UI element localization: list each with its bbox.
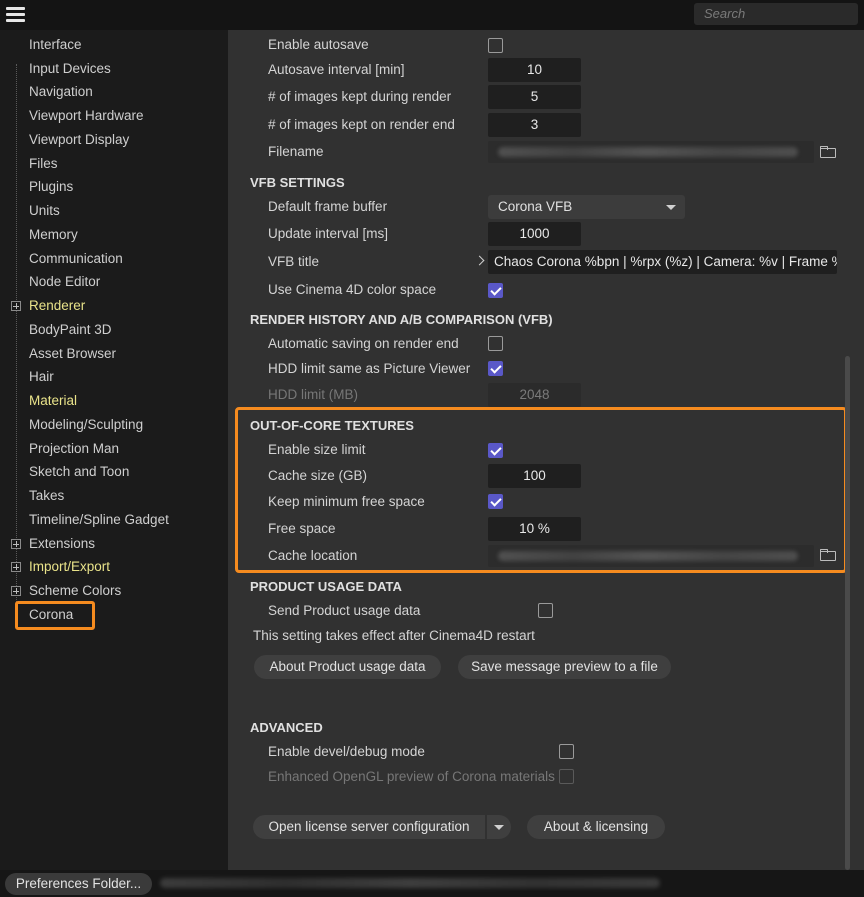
images-kept-during-input[interactable]: 5 [488, 85, 581, 109]
sidebar-item-viewport-hardware[interactable]: Viewport Hardware [29, 106, 144, 126]
sidebar-item-files[interactable]: Files [29, 154, 58, 174]
filename-field[interactable] [488, 141, 814, 163]
sidebar-item-plugins[interactable]: Plugins [29, 177, 73, 197]
free-space-input[interactable]: 10 % [488, 517, 581, 541]
debug-mode-checkbox[interactable] [559, 744, 574, 759]
sidebar-item-import-export[interactable]: Import/Export [29, 557, 110, 577]
vfb-title-input[interactable]: Chaos Corona %bpn | %rpx (%z) | Camera: … [488, 250, 837, 274]
default-frame-buffer-label: Default frame buffer [268, 199, 388, 214]
save-preview-button[interactable]: Save message preview to a file [458, 655, 671, 679]
bottom-bar: Preferences Folder... [0, 870, 864, 897]
enable-autosave-label: Enable autosave [268, 37, 369, 52]
expand-icon[interactable] [11, 539, 21, 549]
use-c4d-colorspace-checkbox[interactable] [488, 283, 503, 298]
frame-buffer-select[interactable]: Corona VFB [488, 195, 685, 219]
use-c4d-colorspace-label: Use Cinema 4D color space [268, 282, 437, 297]
enable-size-limit-checkbox[interactable] [488, 443, 503, 458]
advanced-heading: ADVANCED [250, 720, 323, 735]
opengl-preview-label: Enhanced OpenGL preview of Corona materi… [268, 769, 555, 784]
sidebar-item-takes[interactable]: Takes [29, 486, 64, 506]
sidebar-item-communication[interactable]: Communication [29, 249, 123, 269]
sidebar-item-viewport-display[interactable]: Viewport Display [29, 130, 129, 150]
debug-mode-label: Enable devel/debug mode [268, 744, 425, 759]
sidebar-item-extensions[interactable]: Extensions [29, 534, 95, 554]
sidebar-item-modeling-sculpting[interactable]: Modeling/Sculpting [29, 415, 143, 435]
sidebar-item-interface[interactable]: Interface [29, 35, 82, 55]
ooc-textures-heading: OUT-OF-CORE TEXTURES [250, 418, 414, 433]
chevron-down-icon [494, 825, 504, 830]
cache-size-label: Cache size (GB) [268, 468, 368, 483]
sidebar-item-node-editor[interactable]: Node Editor [29, 272, 100, 292]
sidebar-item-renderer[interactable]: Renderer [29, 296, 85, 316]
preferences-path [160, 878, 660, 888]
vfb-title-label: VFB title [268, 254, 320, 269]
update-interval-label: Update interval [ms] [268, 226, 389, 241]
restart-note: This setting takes effect after Cinema4D… [253, 628, 535, 643]
license-server-button[interactable]: Open license server configuration [253, 815, 485, 839]
sidebar-item-timeline-spline-gadget[interactable]: Timeline/Spline Gadget [29, 510, 169, 530]
auto-saving-checkbox[interactable] [488, 336, 503, 351]
sidebar-item-sketch-and-toon[interactable]: Sketch and Toon [29, 462, 129, 482]
autosave-interval-input[interactable]: 10 [488, 58, 581, 82]
update-interval-input[interactable]: 1000 [488, 222, 581, 246]
sidebar-item-projection-man[interactable]: Projection Man [29, 439, 119, 459]
menu-icon[interactable] [6, 6, 26, 24]
keep-free-space-label: Keep minimum free space [268, 494, 425, 509]
filename-label: Filename [268, 144, 324, 159]
about-licensing-button[interactable]: About & licensing [527, 815, 665, 839]
opengl-preview-checkbox [559, 769, 574, 784]
images-kept-end-label: # of images kept on render end [268, 117, 455, 132]
images-kept-end-input[interactable]: 3 [488, 113, 581, 137]
scrollbar[interactable] [845, 356, 850, 870]
tree-connector [16, 64, 18, 620]
sidebar-item-asset-browser[interactable]: Asset Browser [29, 344, 116, 364]
hdd-limit-input: 2048 [488, 383, 581, 407]
expand-icon[interactable] [11, 301, 21, 311]
auto-saving-label: Automatic saving on render end [268, 336, 459, 351]
sidebar-item-input-devices[interactable]: Input Devices [29, 59, 111, 79]
sidebar-item-material[interactable]: Material [29, 391, 77, 411]
hdd-limit-same-checkbox[interactable] [488, 361, 503, 376]
hdd-limit-same-label: HDD limit same as Picture Viewer [268, 361, 471, 376]
about-usage-button[interactable]: About Product usage data [254, 655, 441, 679]
preferences-folder-button[interactable]: Preferences Folder... [5, 873, 152, 895]
frame-buffer-value: Corona VFB [498, 199, 573, 214]
send-usage-checkbox[interactable] [538, 603, 553, 618]
hdd-limit-label: HDD limit (MB) [268, 387, 358, 402]
license-dropdown-button[interactable] [487, 815, 511, 839]
sidebar-item-units[interactable]: Units [29, 201, 60, 221]
enable-size-limit-label: Enable size limit [268, 442, 366, 457]
folder-icon[interactable] [820, 146, 836, 158]
enable-autosave-checkbox[interactable] [488, 38, 503, 53]
sidebar-item-hair[interactable]: Hair [29, 367, 54, 387]
product-usage-heading: PRODUCT USAGE DATA [250, 579, 402, 594]
expand-icon[interactable] [11, 586, 21, 596]
sidebar-item-memory[interactable]: Memory [29, 225, 78, 245]
render-history-heading: RENDER HISTORY AND A/B COMPARISON (VFB) [250, 312, 553, 327]
sidebar-item-corona[interactable]: Corona [29, 605, 73, 625]
expand-icon[interactable] [11, 562, 21, 572]
sidebar-item-scheme-colors[interactable]: Scheme Colors [29, 581, 121, 601]
send-usage-label: Send Product usage data [268, 603, 421, 618]
autosave-interval-label: Autosave interval [min] [268, 62, 405, 77]
chevron-down-icon [666, 205, 676, 210]
keep-free-space-checkbox[interactable] [488, 494, 503, 509]
sidebar-item-navigation[interactable]: Navigation [29, 82, 93, 102]
vfb-settings-heading: VFB SETTINGS [250, 175, 345, 190]
cache-location-field[interactable] [488, 545, 814, 567]
images-kept-during-label: # of images kept during render [268, 89, 452, 104]
sidebar-item-bodypaint-3d[interactable]: BodyPaint 3D [29, 320, 112, 340]
top-bar: Search [0, 0, 864, 30]
folder-icon[interactable] [820, 549, 836, 561]
cache-location-label: Cache location [268, 548, 358, 563]
search-input[interactable]: Search [694, 3, 858, 25]
cache-size-input[interactable]: 100 [488, 464, 581, 488]
free-space-label: Free space [268, 521, 336, 536]
